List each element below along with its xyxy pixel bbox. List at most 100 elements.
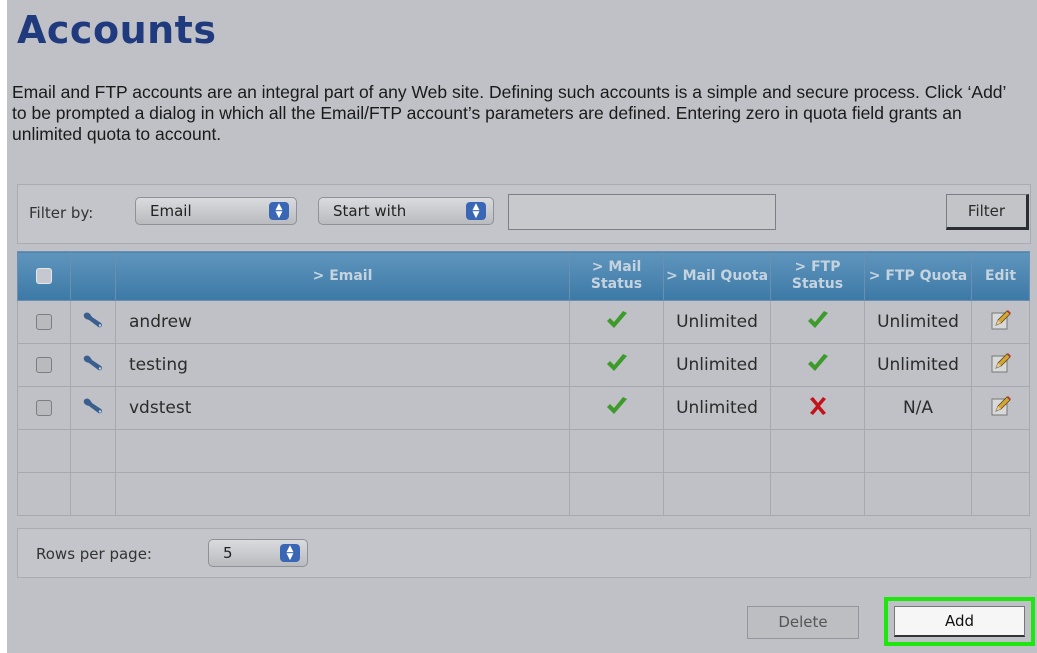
ftp-quota-value: Unlimited <box>877 312 959 332</box>
empty-cell <box>17 429 71 473</box>
select-all-header[interactable] <box>17 251 71 301</box>
mail-status-cell <box>569 386 664 430</box>
account-name: vdstest <box>129 398 192 418</box>
rows-per-page-value: 5 <box>223 544 233 562</box>
empty-cell <box>569 429 664 473</box>
ftp-status-cell <box>770 386 865 430</box>
empty-row <box>17 429 1030 473</box>
empty-cell <box>70 429 116 473</box>
empty-cell <box>70 472 116 516</box>
icon-column-header <box>70 251 116 301</box>
add-button-highlight: Add <box>884 597 1035 646</box>
empty-row <box>17 472 1030 516</box>
account-name-cell[interactable]: testing <box>115 343 570 387</box>
ftp-status-column-header[interactable]: > FTP Status <box>770 251 865 301</box>
row-select-cell[interactable] <box>17 300 71 344</box>
empty-cell <box>115 472 570 516</box>
edit-cell[interactable] <box>971 386 1030 430</box>
ftp-status-header-label: FTP Status <box>791 259 844 292</box>
ftp-quota-column-header[interactable]: > FTP Quota <box>864 251 972 301</box>
email-header-label: Email <box>329 267 373 284</box>
row-select-cell[interactable] <box>17 386 71 430</box>
select-all-checkbox[interactable] <box>36 267 52 284</box>
delete-button[interactable]: Delete <box>747 606 859 639</box>
account-name-cell[interactable]: vdstest <box>115 386 570 430</box>
check-icon <box>806 310 830 335</box>
pencil-icon[interactable] <box>989 395 1013 423</box>
mail-status-column-header[interactable]: > Mail Status <box>569 251 664 301</box>
ftp-status-cell <box>770 343 865 387</box>
pencil-icon[interactable] <box>989 309 1013 337</box>
row-icon-cell <box>70 343 116 387</box>
empty-cell <box>17 472 71 516</box>
mail-status-header-label: Mail Status <box>590 259 643 292</box>
mail-status-cell <box>569 300 664 344</box>
ftp-quota-value: Unlimited <box>877 355 959 375</box>
empty-cell <box>864 472 972 516</box>
updown-arrows-icon: ▲ ▼ <box>269 202 289 220</box>
empty-cell <box>770 429 865 473</box>
table-header-row: > Email > Mail Status > Mail Quota > FTP… <box>17 251 1030 301</box>
check-icon <box>605 353 629 378</box>
edit-cell[interactable] <box>971 343 1030 387</box>
page-title: Accounts <box>17 8 217 52</box>
filter-field-select[interactable]: Email ▲ ▼ <box>135 197 297 225</box>
filter-text-input[interactable] <box>508 194 776 230</box>
empty-cell <box>663 429 771 473</box>
table-row[interactable]: vdstest Unlimited N/A <box>17 386 1030 430</box>
filter-mode-value: Start with <box>333 202 407 220</box>
table-row[interactable]: andrew Unlimited Unlimited <box>17 300 1030 344</box>
row-checkbox[interactable] <box>36 314 52 330</box>
ftp-quota-cell: N/A <box>864 386 972 430</box>
mail-quota-cell: Unlimited <box>663 386 771 430</box>
ftp-quota-cell: Unlimited <box>864 343 972 387</box>
edit-column-header: Edit <box>971 251 1030 301</box>
intro-text: Email and FTP accounts are an integral p… <box>12 82 1006 144</box>
mail-quota-cell: Unlimited <box>663 343 771 387</box>
accounts-page: Accounts Email and FTP accounts are an i… <box>7 0 1037 653</box>
add-button[interactable]: Add <box>894 606 1025 637</box>
row-checkbox[interactable] <box>36 400 52 416</box>
wrench-icon <box>81 353 105 378</box>
filter-field-value: Email <box>150 202 192 220</box>
account-name: testing <box>129 355 188 375</box>
email-column-header[interactable]: > Email <box>115 251 570 301</box>
rows-per-page-select[interactable]: 5 ▲ ▼ <box>208 539 308 567</box>
account-name: andrew <box>129 312 192 332</box>
check-icon <box>605 310 629 335</box>
row-select-cell[interactable] <box>17 343 71 387</box>
mail-quota-cell: Unlimited <box>663 300 771 344</box>
row-icon-cell <box>70 300 116 344</box>
accounts-table: > Email > Mail Status > Mail Quota > FTP… <box>17 251 1030 516</box>
ftp-status-cell <box>770 300 865 344</box>
mail-quota-column-header[interactable]: > Mail Quota <box>663 251 771 301</box>
row-checkbox[interactable] <box>36 357 52 373</box>
pencil-icon[interactable] <box>989 352 1013 380</box>
empty-cell <box>770 472 865 516</box>
empty-cell <box>569 472 664 516</box>
account-name-cell[interactable]: andrew <box>115 300 570 344</box>
empty-cell <box>115 429 570 473</box>
row-icon-cell <box>70 386 116 430</box>
cross-icon <box>808 396 828 421</box>
filter-label: Filter by: <box>29 204 94 222</box>
filter-panel: Filter by: Email ▲ ▼ Start with ▲ ▼ Filter <box>17 184 1031 244</box>
filter-button[interactable]: Filter <box>946 194 1029 230</box>
wrench-icon <box>81 310 105 335</box>
pagination-panel: Rows per page: 5 ▲ ▼ <box>17 528 1031 578</box>
updown-arrows-icon: ▲ ▼ <box>466 202 486 220</box>
mail-quota-header-label: Mail Quota <box>682 267 769 284</box>
empty-cell <box>971 472 1030 516</box>
mail-quota-value: Unlimited <box>676 398 758 418</box>
empty-cell <box>663 472 771 516</box>
ftp-quota-cell: Unlimited <box>864 300 972 344</box>
ftp-quota-value: N/A <box>902 398 934 418</box>
mail-quota-value: Unlimited <box>676 312 758 332</box>
rows-per-page-label: Rows per page: <box>36 545 152 563</box>
check-icon <box>806 353 830 378</box>
ftp-quota-header-label: FTP Quota <box>885 267 968 284</box>
filter-mode-select[interactable]: Start with ▲ ▼ <box>318 197 494 225</box>
table-row[interactable]: testing Unlimited Unlimited <box>17 343 1030 387</box>
empty-cell <box>864 429 972 473</box>
edit-cell[interactable] <box>971 300 1030 344</box>
